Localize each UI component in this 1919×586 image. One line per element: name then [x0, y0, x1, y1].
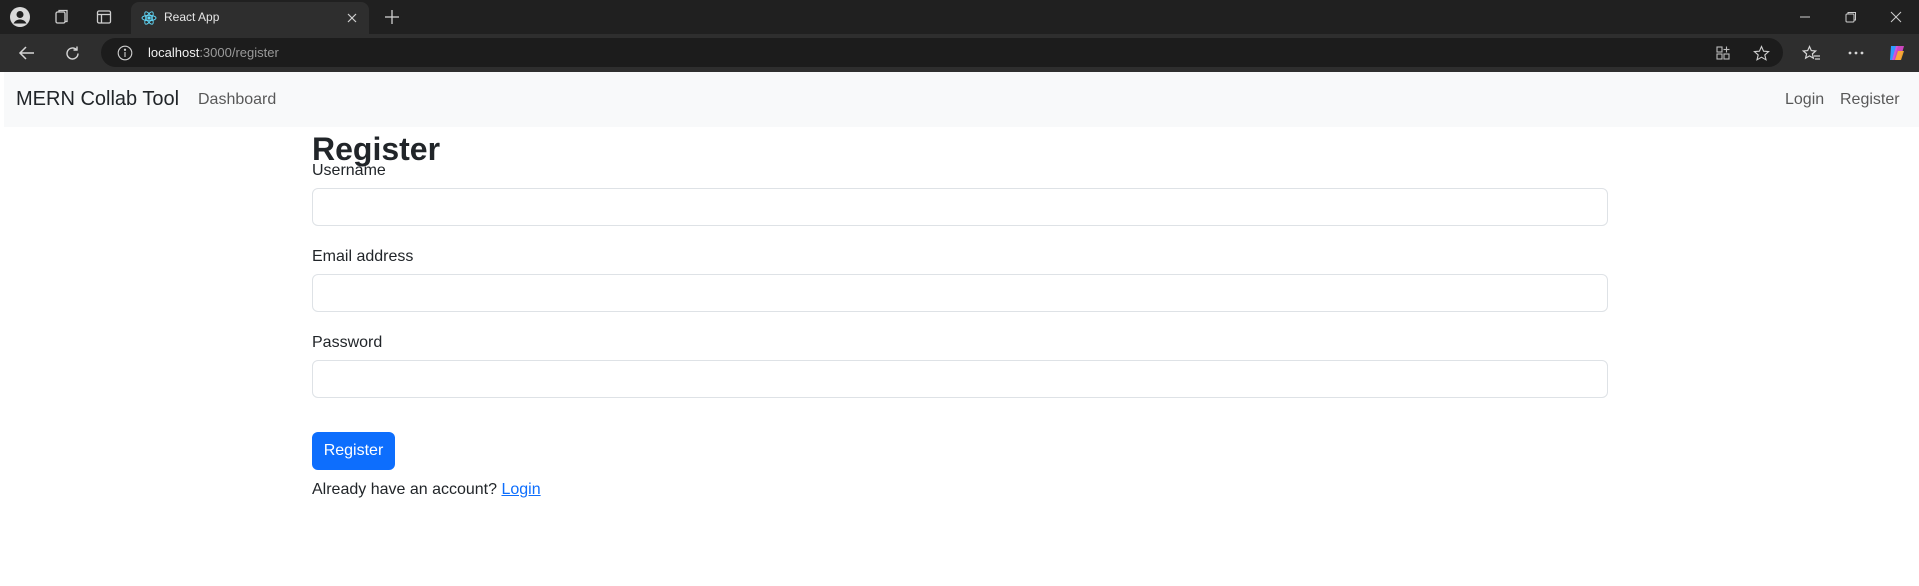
nav-link-dashboard[interactable]: Dashboard	[198, 91, 276, 109]
active-tab[interactable]: React App	[131, 2, 369, 34]
email-label: Email address	[312, 248, 414, 265]
email-input[interactable]	[312, 274, 1608, 312]
url-text: localhost:3000/register	[148, 45, 279, 60]
back-icon[interactable]	[16, 43, 38, 63]
nav-link-login[interactable]: Login	[1785, 91, 1824, 109]
tab-title: React App	[164, 10, 220, 24]
close-icon[interactable]	[343, 9, 361, 27]
window-close-icon[interactable]	[1885, 6, 1907, 28]
url-path: :3000/register	[199, 45, 279, 60]
password-input[interactable]	[312, 360, 1608, 398]
register-button[interactable]: Register	[312, 432, 395, 470]
browser-toolbar: localhost:3000/register	[0, 34, 1919, 72]
login-link[interactable]: Login	[501, 481, 540, 498]
refresh-icon[interactable]	[61, 43, 83, 63]
favorites-icon[interactable]	[1800, 43, 1822, 63]
login-prompt: Already have an account? Login	[312, 481, 541, 499]
username-label: Username	[312, 162, 386, 179]
browser-tab-bar: React App	[0, 0, 1919, 34]
login-prompt-text: Already have an account?	[312, 481, 502, 498]
more-icon[interactable]	[1845, 43, 1867, 63]
restore-icon[interactable]	[1840, 6, 1862, 28]
password-label: Password	[312, 334, 383, 351]
url-host: localhost	[148, 45, 200, 60]
info-icon[interactable]	[115, 43, 134, 62]
nav-link-register[interactable]: Register	[1840, 91, 1900, 109]
new-tab-icon[interactable]	[380, 6, 404, 28]
profile-icon[interactable]	[9, 6, 31, 28]
workspaces-icon[interactable]	[52, 7, 72, 27]
navbar-brand[interactable]: MERN Collab Tool	[16, 88, 179, 111]
app-available-icon[interactable]	[1713, 43, 1733, 63]
favorite-icon[interactable]	[1751, 43, 1771, 63]
username-input[interactable]	[312, 188, 1608, 226]
react-favicon-icon	[141, 10, 157, 26]
navbar: MERN Collab Tool Dashboard Login Registe…	[4, 72, 1919, 127]
vertical-tabs-icon[interactable]	[94, 7, 114, 27]
page-viewport: MERN Collab Tool Dashboard Login Registe…	[4, 72, 1919, 586]
minimize-icon[interactable]	[1794, 6, 1816, 28]
address-bar[interactable]: localhost:3000/register	[101, 38, 1783, 67]
copilot-icon[interactable]	[1886, 42, 1908, 64]
